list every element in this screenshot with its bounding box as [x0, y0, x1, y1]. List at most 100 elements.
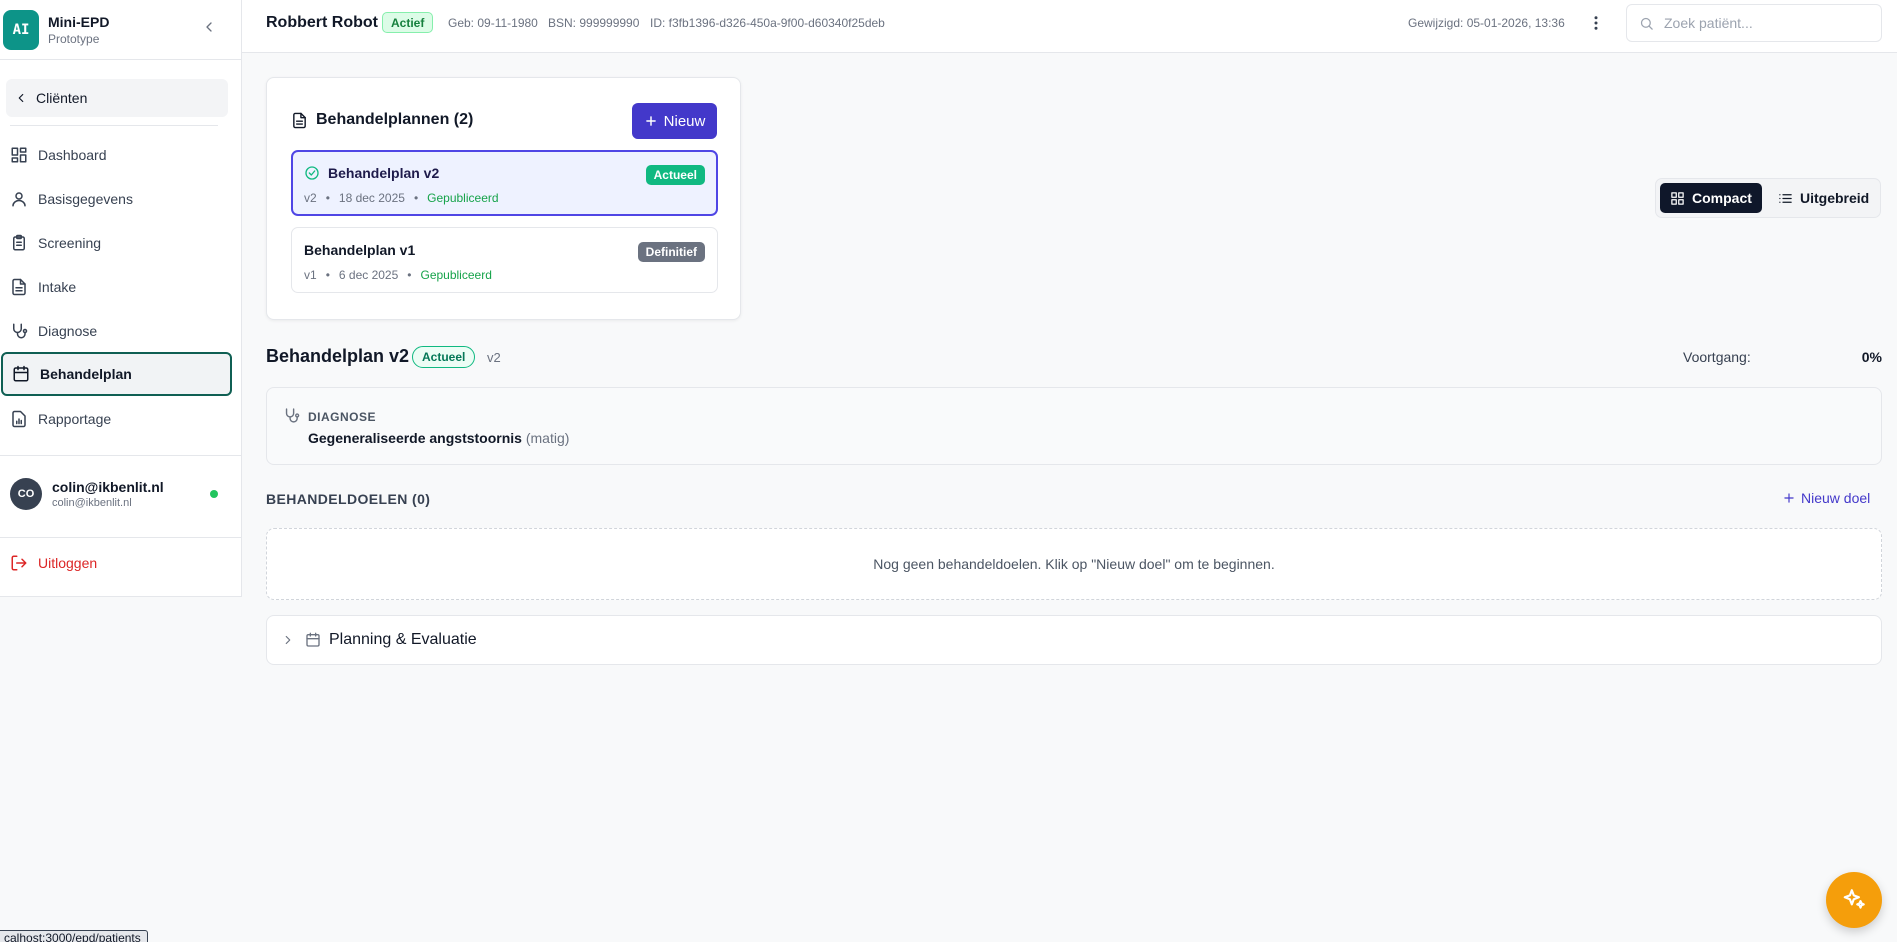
calendar-icon [13, 365, 29, 382]
patient-search[interactable] [1626, 4, 1882, 42]
avatar: CO [10, 478, 42, 510]
stethoscope-icon [13, 323, 28, 339]
current-plan-badge: Actueel [412, 346, 476, 368]
sidebar-item-diagnose[interactable]: Diagnose [0, 309, 232, 353]
sidebar-item-label: Rapportage [38, 411, 112, 427]
compact-label: Compact [1692, 190, 1752, 206]
plus-icon [645, 116, 656, 126]
diagnosis-value: Gegeneraliseerde angststoornis (matig) [308, 430, 569, 446]
current-plan-title: Behandelplan v2 [266, 346, 410, 366]
plan-state: Gepubliceerd [420, 268, 492, 282]
progress-value: 0% [1861, 349, 1882, 365]
file-text-icon [293, 112, 306, 128]
goals-title: BEHANDELDOELEN (0) [266, 491, 431, 507]
sidebar-item-label: Intake [38, 279, 77, 295]
compact-view-button[interactable]: Compact [1660, 183, 1762, 213]
file-text-icon [12, 278, 26, 296]
grid-icon [1671, 191, 1684, 205]
plan-date: 6 dec 2025 [338, 268, 399, 282]
separator-dot: • [413, 191, 419, 205]
patient-header: Robbert Robot Actief Geb: 09-11-1980 BSN… [242, 0, 1897, 53]
brand-text: Mini-EPD Prototype [48, 14, 109, 46]
diagnosis-name: Gegeneraliseerde angststoornis [308, 430, 522, 446]
online-status-dot [210, 490, 218, 498]
more-options-button[interactable] [1587, 14, 1605, 32]
ai-assistant-button[interactable] [1826, 872, 1882, 928]
divider [0, 537, 241, 538]
report-chart-icon [12, 410, 26, 428]
separator-dot: • [325, 191, 330, 205]
logout-button[interactable]: Uitloggen [10, 554, 97, 572]
list-icon [1779, 193, 1792, 203]
chevron-left-icon [206, 22, 212, 32]
current-plan-version: v2 [487, 350, 501, 365]
sidebar-item-intake[interactable]: Intake [0, 265, 232, 309]
plan-name: Behandelplan v1 [304, 242, 416, 258]
plan-badge: Actueel [645, 165, 705, 185]
plan-version: v2 [304, 191, 317, 205]
bsn-number: BSN: 999999990 [548, 16, 640, 30]
search-input[interactable] [1664, 15, 1864, 31]
new-goal-label: Nieuw doel [1801, 490, 1871, 506]
diagnosis-label: DIAGNOSE [308, 410, 377, 424]
sidebar-item-label: Basisgegevens [38, 191, 133, 207]
diagnosis-severity: (matig) [525, 430, 570, 446]
plans-title-text: Behandelplannen (2) [316, 111, 474, 128]
stethoscope-icon [283, 407, 300, 424]
sidebar-item-label: Behandelplan [40, 366, 132, 382]
user-text: colin@ikbenlit.nl colin@ikbenlit.nl [52, 479, 164, 509]
more-vertical-icon [1594, 16, 1598, 30]
user-email: colin@ikbenlit.nl [52, 497, 132, 509]
sidebar-item-basisgegevens[interactable]: Basisgegevens [0, 177, 232, 221]
user-profile[interactable]: CO colin@ikbenlit.nl colin@ikbenlit.nl [10, 478, 220, 510]
plan-date: 18 dec 2025 [338, 191, 405, 205]
status-bar-url: calhost:3000/epd/patients [0, 930, 148, 942]
app-name: Mini-EPD [48, 13, 110, 30]
modified-timestamp: Gewijzigd: 05-01-2026, 13:36 [1408, 16, 1565, 30]
plus-icon [1784, 493, 1794, 503]
plan-meta: v1 • 6 dec 2025 • Gepubliceerd [304, 268, 492, 282]
logout-icon [11, 555, 27, 571]
separator-dot: • [325, 268, 330, 282]
patient-name: Robbert Robot [266, 14, 378, 31]
search-icon [1640, 17, 1653, 30]
divider [0, 455, 241, 456]
sidebar-item-screening[interactable]: Screening [0, 221, 232, 265]
divider [10, 125, 218, 126]
plan-name: Behandelplan v2 [328, 165, 440, 181]
view-toggle: Compact Uitgebreid [1655, 178, 1881, 218]
dashboard-icon [11, 147, 27, 163]
clipboard-icon [13, 234, 25, 251]
sidebar-item-label: Diagnose [38, 323, 98, 339]
planning-title: Planning & Evaluatie [329, 631, 477, 648]
birth-date: Geb: 09-11-1980 [448, 16, 538, 30]
chevron-left-icon [18, 93, 24, 103]
sparkles-icon [1843, 889, 1865, 909]
extended-view-button[interactable]: Uitgebreid [1768, 183, 1879, 213]
chevron-right-icon [285, 635, 291, 645]
plan-item-v2[interactable]: Behandelplan v2 v2 • 18 dec 2025 • Gepub… [291, 150, 718, 216]
sidebar-item-dashboard[interactable]: Dashboard [0, 133, 232, 177]
collapse-sidebar-button[interactable] [201, 19, 217, 35]
brand-header: AI Mini-EPD Prototype [0, 0, 241, 60]
sidebar-item-label: Dashboard [38, 147, 107, 163]
extended-label: Uitgebreid [1800, 190, 1870, 206]
new-goal-button[interactable]: Nieuw doel [1782, 490, 1870, 506]
new-plan-button[interactable]: Nieuw [632, 103, 717, 139]
sidebar-item-rapportage[interactable]: Rapportage [0, 397, 232, 441]
sidebar-item-behandelplan[interactable]: Behandelplan [1, 352, 232, 396]
check-circle-icon [305, 166, 319, 180]
plan-badge: Definitief [637, 242, 705, 262]
plan-name-row: Behandelplan v1 [304, 242, 415, 258]
plan-name-row: Behandelplan v2 [304, 165, 439, 181]
plan-meta: v2 • 18 dec 2025 • Gepubliceerd [304, 191, 499, 205]
back-to-clients-button[interactable]: Cliënten [6, 79, 228, 117]
diagnosis-card: DIAGNOSE Gegeneraliseerde angststoornis … [266, 387, 1882, 465]
planning-evaluation-section[interactable]: Planning & Evaluatie [266, 615, 1882, 665]
plan-item-v1[interactable]: Behandelplan v1 v1 • 6 dec 2025 • Gepubl… [291, 227, 718, 293]
progress-label: Voortgang: [1683, 349, 1751, 365]
status-badge: Actief [382, 12, 434, 33]
new-plan-label: Nieuw [663, 112, 706, 130]
plans-title: Behandelplannen (2) [291, 111, 473, 129]
user-icon [12, 192, 26, 207]
